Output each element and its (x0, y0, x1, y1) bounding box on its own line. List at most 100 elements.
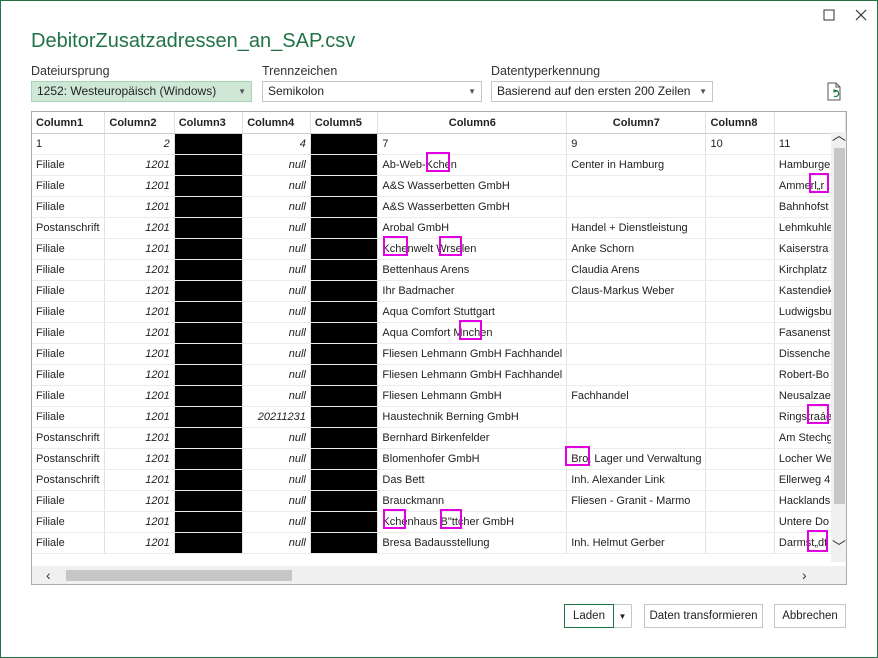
file-origin-dropdown[interactable]: 1252: Westeuropäisch (Windows) ▼ (31, 81, 252, 102)
table-cell (705, 301, 775, 323)
table-cell: null (242, 154, 311, 176)
table-cell: Handel + Dienstleistung (566, 217, 707, 239)
maximize-button[interactable] (818, 4, 840, 26)
column-header[interactable]: Column8 (705, 112, 775, 134)
column-header[interactable]: Column3 (174, 112, 244, 134)
table-cell: 1201 (104, 154, 175, 176)
table-cell: 1201 (104, 238, 175, 260)
table-row: Filiale 1201 null Kchenwelt Wrselen Anke Sch… (32, 238, 846, 260)
table-cell: Filiale (32, 322, 106, 344)
file-origin-label: Dateiursprung (31, 64, 110, 78)
redacted-cell (174, 364, 244, 386)
redacted-cell (174, 259, 244, 281)
table-cell: 1201 (104, 385, 175, 407)
table-cell (566, 343, 707, 365)
table-cell: Fliesen Lehmann GmbH Fachhandel (377, 343, 568, 365)
table-cell: Filiale (32, 238, 106, 260)
close-icon (855, 9, 867, 21)
table-cell: Ab-Web-Kchen (377, 154, 568, 176)
table-cell: 1201 (104, 532, 175, 554)
data-preview-grid: Column1 Column2 Column3 Column4 Column5 … (31, 111, 847, 585)
redacted-cell (310, 259, 379, 281)
table-row: Filiale 1201 null Fliesen Lehmann GmbH Fachh… (32, 385, 846, 407)
redacted-cell (174, 469, 244, 491)
scroll-left-icon[interactable]: ‹ (46, 568, 51, 582)
redacted-cell (310, 469, 379, 491)
table-cell: 1201 (104, 448, 175, 470)
table-row: Filiale 1201 null Bettenhaus Arens Claudia A… (32, 259, 846, 281)
redacted-cell (310, 490, 379, 512)
table-cell: Aqua Comfort Stuttgart (377, 301, 568, 323)
redacted-cell (174, 343, 244, 365)
redacted-cell (310, 175, 379, 197)
cancel-button[interactable]: Abbrechen (774, 604, 846, 628)
type-detection-dropdown[interactable]: Basierend auf den ersten 200 Zeilen ▼ (491, 81, 713, 102)
table-cell: 1201 (104, 406, 175, 428)
table-cell: Filiale (32, 154, 106, 176)
redacted-cell (174, 532, 244, 554)
redacted-cell (310, 196, 379, 218)
redacted-cell (310, 280, 379, 302)
table-cell: 4 (242, 133, 311, 155)
table-cell: null (242, 343, 311, 365)
scroll-up-icon[interactable]: ︿ (832, 128, 846, 142)
table-cell: 2 (104, 133, 175, 155)
table-cell: Center in Hamburg (566, 154, 707, 176)
table-cell (566, 511, 707, 533)
table-cell (705, 196, 775, 218)
chevron-down-icon: ▼ (618, 612, 627, 621)
scroll-right-icon[interactable]: › (802, 568, 807, 582)
redacted-cell (174, 385, 244, 407)
column-header[interactable]: Column1 (32, 112, 106, 134)
horizontal-scroll-thumb[interactable] (66, 570, 292, 581)
redacted-cell (174, 490, 244, 512)
column-header[interactable]: Column2 (104, 112, 175, 134)
table-cell: 1201 (104, 427, 175, 449)
table-cell: 1201 (104, 322, 175, 344)
table-cell: Filiale (32, 196, 106, 218)
column-header[interactable]: Column7 (566, 112, 707, 134)
table-cell (566, 175, 707, 197)
delimiter-dropdown[interactable]: Semikolon ▼ (262, 81, 482, 102)
table-row: Postanschrift 1201 null Arobal GmbH Handel +… (32, 217, 846, 239)
load-options-button[interactable]: ▼ (614, 604, 632, 628)
table-cell (566, 364, 707, 386)
refresh-icon (827, 82, 841, 101)
table-cell: Filiale (32, 175, 106, 197)
column-header[interactable]: Column5 (310, 112, 379, 134)
column-header[interactable]: Column4 (242, 112, 311, 134)
table-row: Filiale 1201 null Aqua Comfort Mnchen Fasane… (32, 322, 846, 344)
table-cell (705, 175, 775, 197)
transform-data-button[interactable]: Daten transformieren (644, 604, 763, 628)
refresh-button[interactable] (826, 82, 844, 102)
header-row: Column1 Column2 Column3 Column4 Column5 … (32, 112, 846, 134)
table-cell: Inh. Helmut Gerber (566, 532, 707, 554)
table-cell: Fliesen Lehmann GmbH Fachhandel (377, 364, 568, 386)
table-cell: Arobal GmbH (377, 217, 568, 239)
table-cell: Claus-Markus Weber (566, 280, 707, 302)
table-cell: Filiale (32, 343, 106, 365)
table-cell: A&S Wasserbetten GmbH (377, 175, 568, 197)
redacted-cell (310, 511, 379, 533)
chevron-down-icon: ▼ (468, 87, 476, 96)
table-cell: Inh. Alexander Link (566, 469, 707, 491)
vertical-scroll-thumb[interactable] (834, 148, 845, 504)
table-cell: Blomenhofer GmbH (377, 448, 568, 470)
delimiter-value: Semikolon (268, 84, 325, 98)
table-cell: 1201 (104, 343, 175, 365)
redacted-cell (310, 406, 379, 428)
close-button[interactable] (850, 4, 872, 26)
table-cell: Aqua Comfort Mnchen (377, 322, 568, 344)
table-cell: null (242, 448, 311, 470)
table-cell (705, 217, 775, 239)
redacted-cell (174, 133, 244, 155)
redacted-cell (174, 217, 244, 239)
scroll-down-icon[interactable]: ﹀ (832, 540, 846, 554)
table-cell: Postanschrift (32, 469, 106, 491)
table-cell: 1201 (104, 364, 175, 386)
column-header[interactable]: Column6 (377, 112, 568, 134)
redacted-cell (310, 532, 379, 554)
table-cell: Das Bett (377, 469, 568, 491)
table-cell: null (242, 217, 311, 239)
load-button[interactable]: Laden (564, 604, 614, 628)
